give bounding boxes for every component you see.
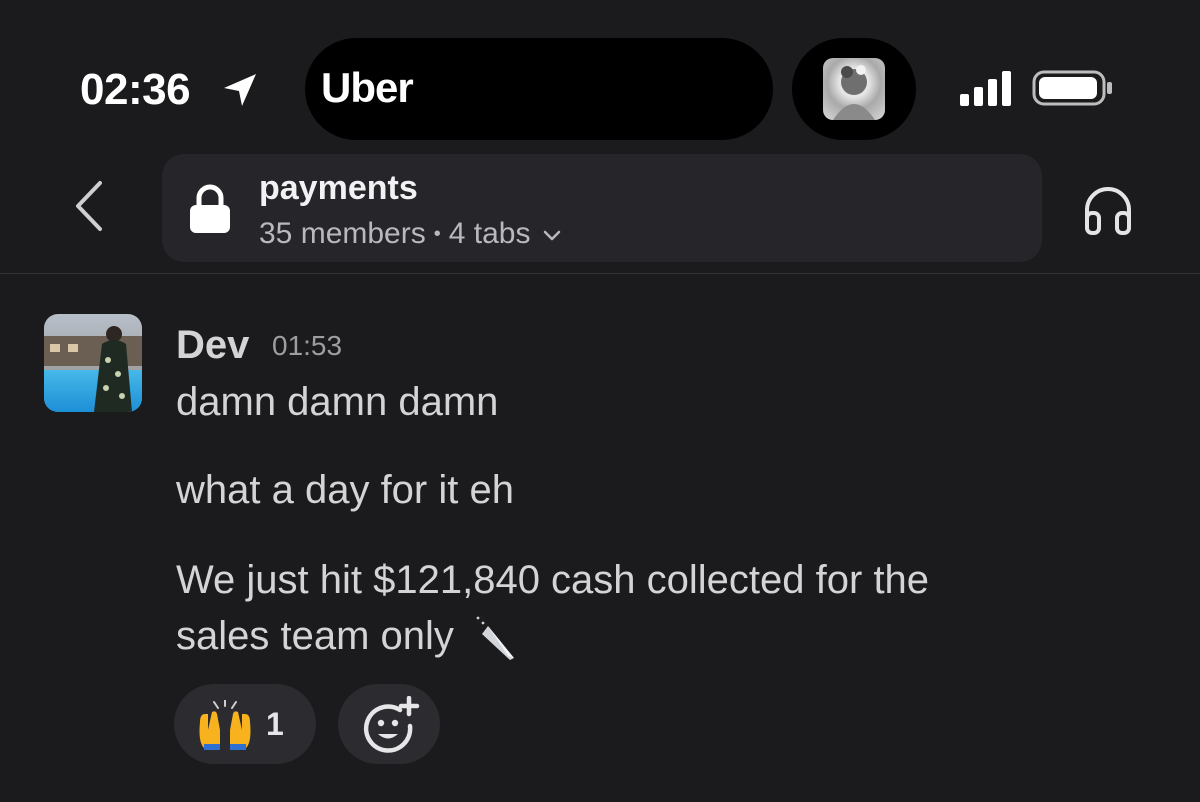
battery-icon [1032,70,1112,106]
dynamic-island-media[interactable] [792,38,916,140]
knife-icon [471,612,514,660]
location-arrow-icon [224,74,256,106]
channel-name: payments [259,169,418,207]
dynamic-island-activity[interactable]: Uber [305,38,773,140]
live-activity-app-name: Uber [321,64,414,111]
channel-header[interactable]: payments 35 members • 4 tabs [162,154,1042,262]
message-text-line: We just hit $121,840 cash collected for … [176,558,930,602]
member-count: 35 members [259,217,426,250]
chevron-down-icon [544,230,561,241]
chevron-left-icon [76,181,102,231]
huddle-button[interactable] [1078,180,1138,240]
headphones-icon [1085,187,1131,235]
media-artwork [823,58,885,120]
meta-separator: • [433,223,441,245]
avatar[interactable] [44,314,142,412]
back-button[interactable] [62,175,116,237]
lock-icon [190,184,230,233]
channel-meta[interactable]: 35 members • 4 tabs [259,216,562,252]
message-timestamp: 01:53 [272,330,343,361]
add-reaction-button[interactable] [338,684,440,764]
reaction-count: 1 [266,706,284,742]
tab-count: 4 tabs [448,217,531,250]
raised-hands-icon [199,700,251,750]
message-text-line: damn damn damn [176,380,499,424]
message-text-line: what a day for it eh [176,468,514,512]
status-time: 02:36 [80,65,191,114]
message-text-line-last: sales team only [176,608,516,664]
header-divider [0,273,1200,274]
add-emoji-icon [363,696,420,753]
cellular-signal-icon [960,71,1011,106]
message-author[interactable]: Dev [176,322,249,368]
reaction-raised-hands[interactable]: 1 [174,684,316,764]
message-text: sales team only [176,614,454,658]
